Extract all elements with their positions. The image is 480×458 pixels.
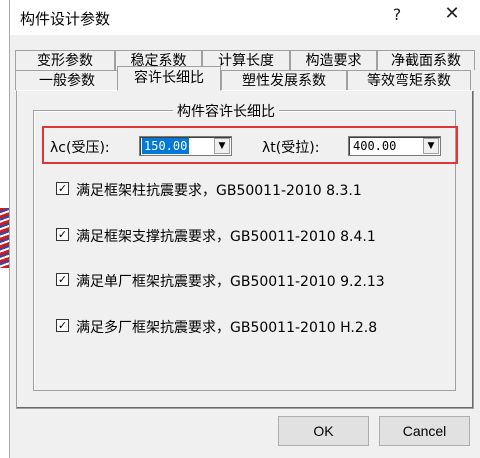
title-bar: 构件设计参数 ? ✕ <box>10 0 480 35</box>
tab-net-section[interactable]: 净截面系数 <box>377 50 475 70</box>
ok-button[interactable]: OK <box>278 416 369 446</box>
check-label: 满足框架柱抗震要求，GB50011-2010 8.3.1 <box>76 183 362 199</box>
window-title: 构件设计参数 <box>20 10 111 28</box>
tab-slenderness[interactable]: 容许长细比 <box>117 66 221 91</box>
tab-equivalent-moment[interactable]: 等效弯矩系数 <box>347 70 471 90</box>
tab-general[interactable]: 一般参数 <box>15 70 119 90</box>
help-button[interactable]: ? <box>382 5 412 24</box>
highlight-box <box>42 126 458 164</box>
close-button[interactable]: ✕ <box>437 3 467 24</box>
checkbox[interactable]: ✓ <box>56 182 69 195</box>
check-label: 满足多厂框架抗震要求，GB50011-2010 H.2.8 <box>76 320 378 336</box>
group-title: 构件容许长细比 <box>173 101 279 121</box>
checkbox[interactable]: ✓ <box>56 319 69 332</box>
tab-plastic-development[interactable]: 塑性发展系数 <box>221 70 347 90</box>
cancel-button[interactable]: Cancel <box>379 416 470 446</box>
checkbox[interactable]: ✓ <box>56 228 69 241</box>
tab-detailing[interactable]: 构造要求 <box>290 50 377 70</box>
tab-deformation[interactable]: 变形参数 <box>15 50 115 70</box>
check-label: 满足框架支撑抗震要求，GB50011-2010 8.4.1 <box>76 229 376 245</box>
dialog-window: 构件设计参数 ? ✕ 变形参数 稳定系数 计算长度 构造要求 净截面系数 一般参… <box>9 0 480 458</box>
check-label: 满足单厂框架抗震要求，GB50011-2010 9.2.13 <box>76 274 385 290</box>
checkbox[interactable]: ✓ <box>56 273 69 286</box>
